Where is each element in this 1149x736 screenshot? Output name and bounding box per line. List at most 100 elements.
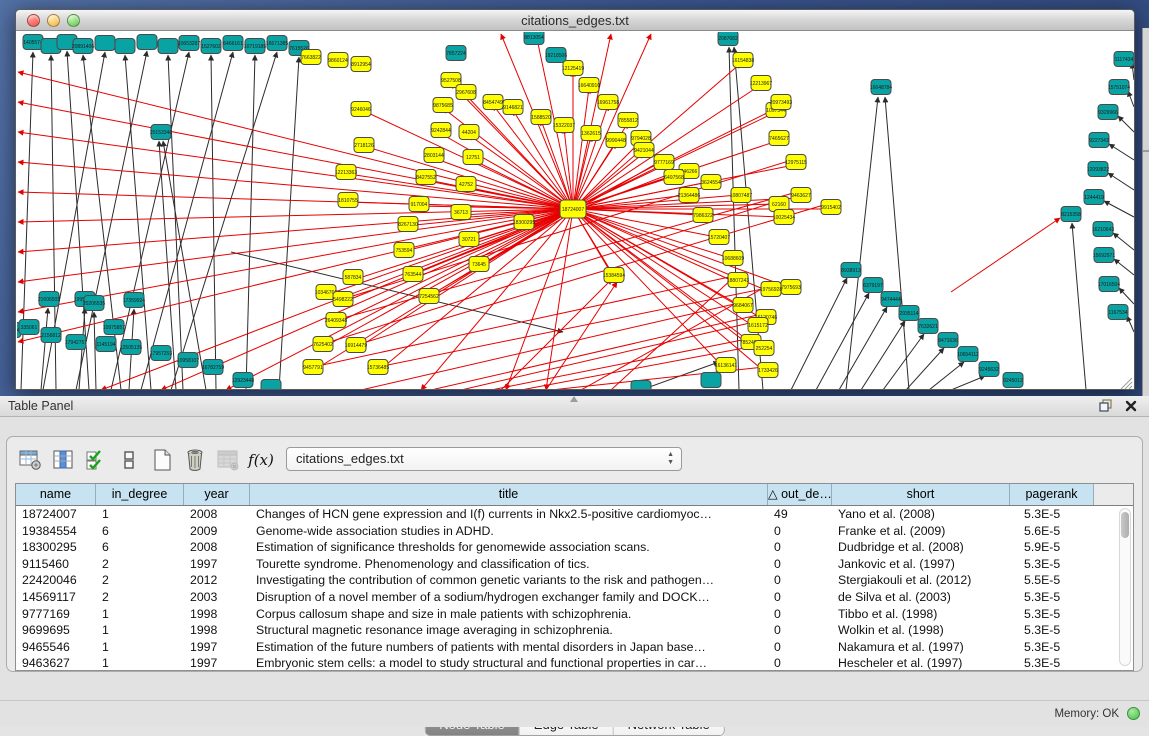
graph-node[interactable]: [137, 35, 157, 50]
graph-node[interactable]: 9990448: [606, 133, 626, 148]
graph-node[interactable]: 10688609: [722, 251, 744, 266]
float-window-icon[interactable]: [1099, 399, 1112, 412]
graph-node[interactable]: 73645: [469, 257, 489, 272]
graph-node[interactable]: 12505135: [120, 340, 142, 355]
graph-node[interactable]: 20206535: [83, 296, 105, 311]
column-header-short[interactable]: short: [832, 484, 1010, 505]
column-visibility-button[interactable]: [50, 447, 76, 473]
graph-node[interactable]: 10975857: [103, 320, 125, 335]
graph-node[interactable]: 15751074: [1108, 80, 1130, 95]
graph-node[interactable]: 42752: [456, 177, 476, 192]
graph-node[interactable]: 16136141: [715, 358, 737, 373]
node-table[interactable]: namein_degreeyeartitle△ out_de…shortpage…: [15, 483, 1134, 671]
graph-node[interactable]: 16671385: [266, 36, 288, 51]
graph-node[interactable]: 9684067: [733, 298, 753, 313]
column-header-out_de[interactable]: △ out_de…: [768, 484, 832, 505]
column-header-in_degree[interactable]: in_degree: [96, 484, 184, 505]
graph-node[interactable]: 2803144: [424, 148, 444, 163]
graph-node[interactable]: 19756928: [760, 282, 782, 297]
graph-node[interactable]: 10653287: [178, 36, 200, 51]
graph-node[interactable]: 12213967: [750, 76, 772, 91]
graph-node[interactable]: 9777169: [654, 155, 674, 170]
graph-node[interactable]: 26409348: [325, 313, 347, 328]
graph-node[interactable]: 8938913: [841, 263, 861, 278]
graph-node[interactable]: 16782759: [202, 360, 224, 375]
graph-node[interactable]: 20153346: [150, 125, 172, 140]
graph-node[interactable]: 15720407: [708, 230, 730, 245]
table-row[interactable]: 946362711997Embryonic stem cells: a mode…: [16, 655, 1133, 671]
graph-node[interactable]: 20891406: [72, 39, 94, 54]
graph-node[interactable]: 16914479: [345, 338, 367, 353]
graph-node[interactable]: 18724007: [560, 200, 586, 218]
graph-node[interactable]: 2967608: [456, 85, 476, 100]
graph-node[interactable]: 1167534: [1108, 305, 1128, 320]
graph-node[interactable]: 2156812: [41, 328, 61, 343]
graph-node[interactable]: 16640910: [578, 78, 600, 93]
column-header-pagerank[interactable]: pagerank: [1010, 484, 1094, 505]
graph-node[interactable]: 9245632: [979, 362, 999, 377]
table-row[interactable]: 1456911722003Disruption of a novel membe…: [16, 589, 1133, 606]
graph-node[interactable]: 7855812: [618, 113, 638, 128]
graph-node[interactable]: 8471636: [938, 333, 958, 348]
graph-node[interactable]: 1244419: [1084, 190, 1104, 205]
graph-node[interactable]: 10025434: [773, 210, 795, 225]
graph-node[interactable]: 7632621: [918, 319, 938, 334]
graph-node[interactable]: 10807487: [730, 188, 752, 203]
graph-node[interactable]: 12213363: [335, 165, 357, 180]
row-tools-button[interactable]: [116, 447, 142, 473]
graph-node[interactable]: 12125419: [562, 61, 584, 76]
graph-node[interactable]: 6497568: [664, 170, 684, 185]
column-header-title[interactable]: title: [250, 484, 768, 505]
graph-node[interactable]: [158, 39, 178, 54]
table-row[interactable]: 1830029562008Estimation of significance …: [16, 539, 1133, 556]
graph-node[interactable]: 17942757: [65, 335, 87, 350]
graph-node[interactable]: 1733426: [758, 363, 778, 378]
graph-node[interactable]: 9860124: [328, 53, 348, 68]
graph-node[interactable]: 7975693: [781, 280, 801, 295]
graph-node[interactable]: 2935114: [899, 306, 919, 321]
graph-node[interactable]: 10958107: [177, 353, 199, 368]
graph-node[interactable]: 8813054: [524, 32, 544, 45]
graph-node[interactable]: 917004: [409, 197, 429, 212]
graph-node[interactable]: 335061: [19, 320, 39, 335]
graph-node[interactable]: [115, 39, 135, 54]
table-mode-button[interactable]: [17, 447, 43, 473]
graph-node[interactable]: 8912954: [351, 57, 371, 72]
graph-node[interactable]: 9329966: [1098, 105, 1118, 120]
graph-node[interactable]: 9146821: [503, 100, 523, 115]
table-row[interactable]: 911546021997Tourette syndrome. Phenomeno…: [16, 556, 1133, 573]
new-column-button[interactable]: [149, 447, 175, 473]
graph-node[interactable]: 12923448: [232, 373, 254, 388]
graph-node[interactable]: [701, 373, 721, 388]
graph-node[interactable]: 9227343: [1089, 133, 1109, 148]
table-row[interactable]: 969969511998Structural magnetic resonanc…: [16, 622, 1133, 639]
function-builder-button[interactable]: f(x): [248, 447, 274, 473]
graph-node[interactable]: 6466161: [223, 36, 243, 51]
network-canvas[interactable]: 1405574208914061065328715276026466161107…: [17, 32, 1134, 389]
table-vertical-scrollbar[interactable]: [1119, 508, 1131, 666]
table-header-row[interactable]: namein_degreeyeartitle△ out_de…shortpage…: [16, 484, 1133, 506]
graph-node[interactable]: 5498222: [333, 292, 353, 307]
graph-node[interactable]: 10654112: [957, 347, 979, 362]
graph-node[interactable]: 2087682: [718, 32, 738, 46]
graph-node[interactable]: 17016504: [1098, 277, 1120, 292]
graph-node[interactable]: 1527602: [201, 39, 221, 54]
graph-node[interactable]: 12751: [463, 150, 483, 165]
citation-graph[interactable]: 1405574208914061065328715276026466161107…: [17, 32, 1134, 389]
graph-node[interactable]: 8215358: [1061, 207, 1081, 222]
graph-node[interactable]: 21606503: [38, 292, 60, 307]
graph-node[interactable]: 17957253: [150, 346, 172, 361]
graph-node[interactable]: 20973493: [770, 95, 792, 110]
graph-node[interactable]: 18807243: [727, 273, 749, 288]
graph-node[interactable]: 763544: [403, 267, 423, 282]
graph-node[interactable]: 9463627: [791, 188, 811, 203]
graph-node[interactable]: 9915402: [821, 200, 841, 215]
graph-node[interactable]: 15736485: [367, 360, 389, 375]
scrollbar-thumb[interactable]: [1121, 512, 1129, 538]
graph-node[interactable]: 21364486: [678, 188, 700, 203]
table-row[interactable]: 977716911998Corpus callosum shape and si…: [16, 606, 1133, 623]
graph-node[interactable]: 15384594: [603, 268, 625, 283]
graph-node[interactable]: 1588520: [531, 110, 551, 125]
graph-node[interactable]: 1145194: [96, 337, 116, 352]
graph-node[interactable]: 3624554: [701, 175, 721, 190]
